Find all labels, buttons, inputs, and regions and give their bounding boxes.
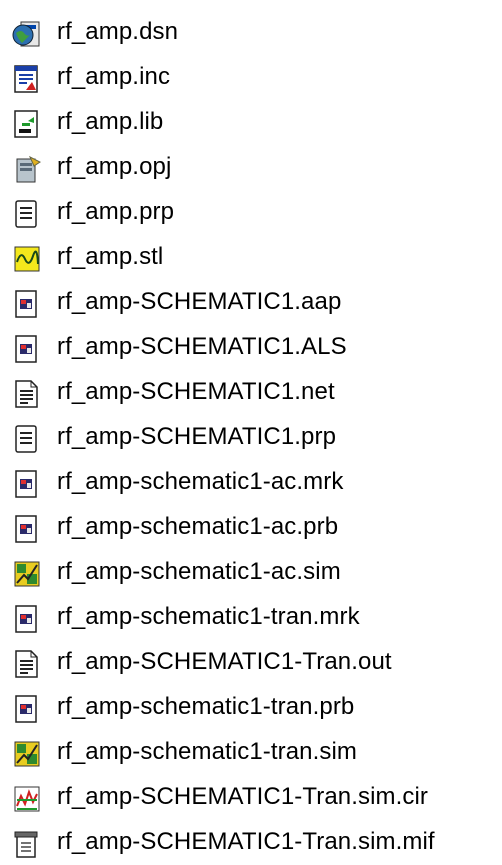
app-doc-icon [12,514,42,544]
file-item[interactable]: rf_amp-SCHEMATIC1-Tran.sim.cir [0,776,502,820]
file-name: rf_amp-SCHEMATIC1.aap [57,288,342,315]
file-name: rf_amp-schematic1-tran.prb [57,693,355,720]
file-item[interactable]: rf_amp-SCHEMATIC1.prp [0,416,502,460]
file-name: rf_amp-SCHEMATIC1-Tran.sim.cir [57,783,429,810]
file-item[interactable]: rf_amp.dsn [0,11,502,55]
file-item[interactable]: rf_amp-schematic1-ac.prb [0,506,502,550]
simulation-profile-icon [12,739,42,769]
file-name: rf_amp.opj [57,153,172,180]
file-name: rf_amp.prp [57,198,175,225]
notepad-doc-icon [12,424,42,454]
file-item[interactable]: rf_amp-SCHEMATIC1.net [0,371,502,415]
simulation-profile-icon [12,559,42,589]
file-item[interactable]: rf_amp.lib [0,101,502,145]
app-doc-icon [12,334,42,364]
file-item[interactable]: rf_amp-schematic1-tran.prb [0,686,502,730]
file-name: rf_amp.stl [57,243,164,270]
globe-design-icon [12,19,42,49]
file-name: rf_amp-SCHEMATIC1.net [57,378,335,405]
file-name: rf_amp-schematic1-tran.mrk [57,603,360,630]
file-item[interactable]: rf_amp-SCHEMATIC1.aap [0,281,502,325]
app-doc-icon [12,694,42,724]
file-name: rf_amp-schematic1-ac.prb [57,513,339,540]
library-doc-icon [12,109,42,139]
circuit-doc-icon [12,784,42,814]
file-item[interactable]: rf_amp-schematic1-tran.sim [0,731,502,775]
file-name: rf_amp.inc [57,63,171,90]
file-item[interactable]: rf_amp-SCHEMATIC1.ALS [0,326,502,370]
file-item[interactable]: rf_amp.opj [0,146,502,190]
file-name: rf_amp-SCHEMATIC1.ALS [57,333,347,360]
project-doc-icon [12,154,42,184]
file-name: rf_amp-schematic1-tran.sim [57,738,358,765]
app-doc-icon [12,469,42,499]
file-name: rf_amp-schematic1-ac.mrk [57,468,344,495]
app-doc-icon [12,289,42,319]
file-name: rf_amp.dsn [57,18,179,45]
text-doc-red-icon [12,64,42,94]
file-list: rf_amp.dsn rf_amp.inc rf_amp.lib rf_amp.… [0,0,502,865]
notepad-doc-icon [12,199,42,229]
file-item[interactable]: rf_amp.inc [0,56,502,100]
file-name: rf_amp-schematic1-ac.sim [57,558,341,585]
file-item[interactable]: rf_amp.stl [0,236,502,280]
file-name: rf_amp-SCHEMATIC1-Tran.sim.mif [57,828,435,855]
app-doc-icon [12,604,42,634]
file-item[interactable]: rf_amp-schematic1-ac.mrk [0,461,502,505]
waveform-doc-icon [12,244,42,274]
generic-doc-icon [12,829,42,859]
file-item[interactable]: rf_amp-SCHEMATIC1-Tran.sim.mif [0,821,502,865]
text-doc-icon [12,649,42,679]
file-item[interactable]: rf_amp.prp [0,191,502,235]
file-name: rf_amp-SCHEMATIC1-Tran.out [57,648,392,675]
file-item[interactable]: rf_amp-schematic1-ac.sim [0,551,502,595]
file-name: rf_amp.lib [57,108,164,135]
file-item[interactable]: rf_amp-SCHEMATIC1-Tran.out [0,641,502,685]
file-item[interactable]: rf_amp-schematic1-tran.mrk [0,596,502,640]
text-doc-icon [12,379,42,409]
file-name: rf_amp-SCHEMATIC1.prp [57,423,337,450]
